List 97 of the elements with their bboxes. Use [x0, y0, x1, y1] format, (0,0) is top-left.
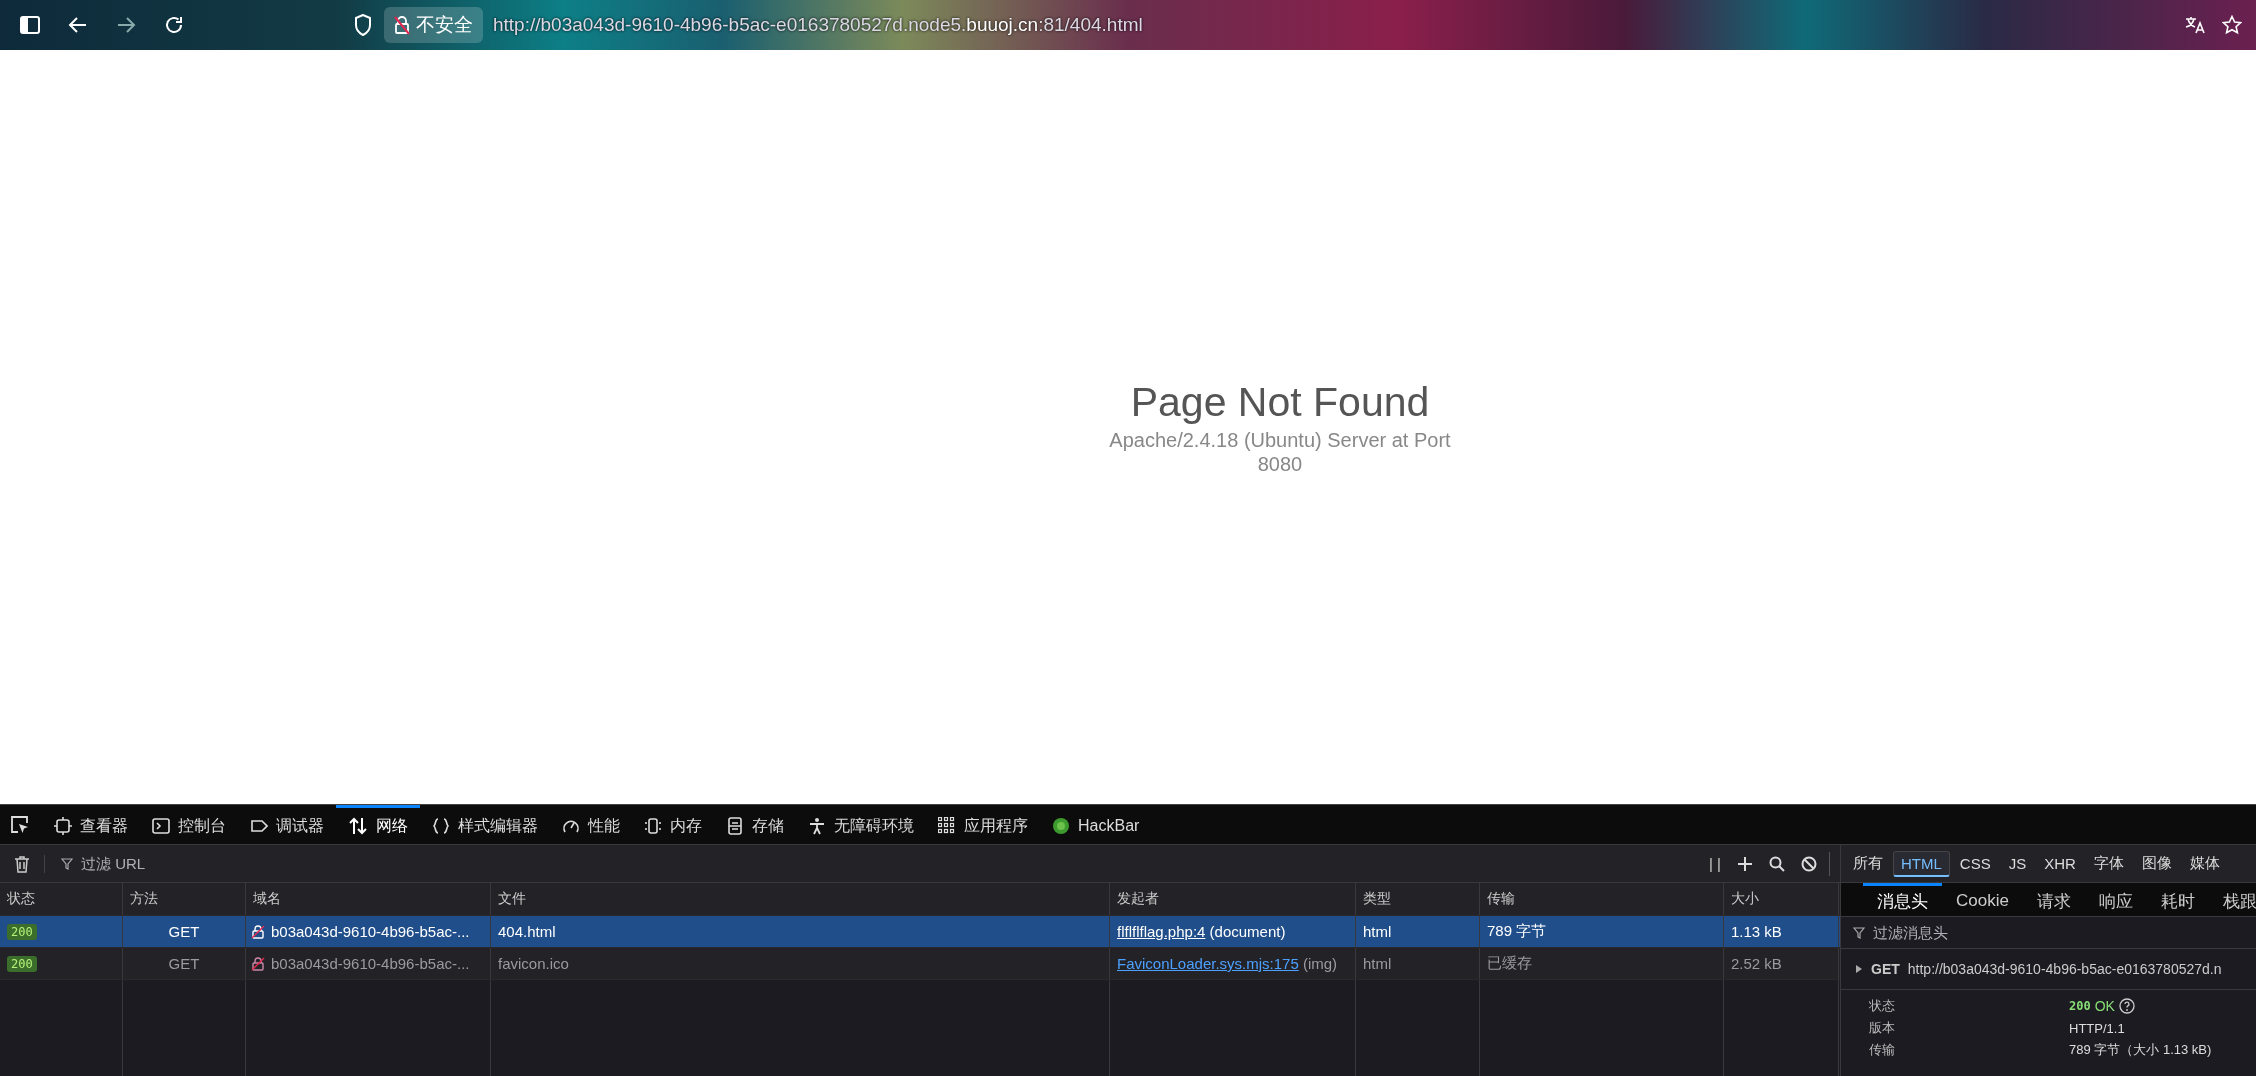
- method-cell: GET: [123, 948, 246, 979]
- network-arrows-icon: [348, 816, 368, 836]
- storage-icon: [726, 817, 744, 835]
- star-icon[interactable]: [2222, 15, 2242, 35]
- url-field[interactable]: http://b03a043d-9610-4b96-b5ac-e0163780527d.node5.buuoj.cn:81/404.html: [493, 14, 1143, 36]
- column-header[interactable]: 文件: [491, 883, 1110, 915]
- back-icon[interactable]: [68, 16, 88, 34]
- field-label: 版本: [1869, 1019, 1896, 1037]
- initiator-link[interactable]: flflflflag.php:4: [1117, 923, 1206, 940]
- type-filter-button[interactable]: 字体: [2085, 850, 2132, 877]
- type-cell: html: [1356, 948, 1480, 979]
- type-cell: html: [1356, 916, 1480, 947]
- request-row[interactable]: 200 GET b03a043d-9610-4b96-b5ac-... 404.html flflflflag.php:4 (document) html 789 字节 1.13 kB: [0, 916, 1840, 948]
- search-icon[interactable]: [1769, 855, 1785, 872]
- status-badge: 200: [7, 955, 37, 972]
- help-icon[interactable]: [2118, 998, 2135, 1014]
- insecure-lock-icon: [394, 15, 410, 35]
- field-value: 789 字节（大小 1.13 kB): [2069, 1041, 2213, 1059]
- security-button[interactable]: 不安全: [384, 7, 483, 43]
- translate-icon[interactable]: [2184, 15, 2206, 35]
- type-filter-button[interactable]: 媒体: [2181, 850, 2228, 877]
- devtools-tab[interactable]: 调试器: [238, 805, 336, 844]
- devtools-tab[interactable]: 性能: [550, 805, 632, 844]
- filter-url-field[interactable]: 过滤 URL: [79, 854, 1694, 873]
- insecure-icon: [251, 924, 265, 939]
- field-value: HTTP/1.1: [2069, 1020, 2126, 1036]
- domain-cell: b03a043d-9610-4b96-b5ac-...: [271, 955, 470, 972]
- status-badge: 200: [7, 923, 37, 940]
- column-header[interactable]: 状态: [0, 883, 123, 915]
- details-tab[interactable]: 消息头: [1863, 883, 1942, 916]
- status-text: OK: [2094, 998, 2115, 1014]
- devtools-tab[interactable]: 控制台: [140, 805, 238, 844]
- domain-cell: b03a043d-9610-4b96-b5ac-...: [271, 923, 470, 940]
- initiator-type: (document): [1209, 923, 1286, 940]
- block-icon[interactable]: [1801, 855, 1817, 872]
- filter-headers-field[interactable]: 过滤消息头: [1871, 923, 2256, 942]
- shield-icon[interactable]: [354, 14, 372, 36]
- column-header[interactable]: 发起者: [1110, 883, 1356, 915]
- devtools-tab[interactable]: 查看器: [42, 805, 140, 844]
- pause-button[interactable]: | |: [1709, 855, 1721, 872]
- column-header[interactable]: 方法: [123, 883, 246, 915]
- transfer-cell: 已缓存: [1480, 948, 1724, 979]
- forward-icon[interactable]: [116, 16, 136, 34]
- debugger-icon: [250, 817, 268, 835]
- add-icon[interactable]: [1737, 855, 1753, 872]
- element-picker-icon[interactable]: [10, 815, 30, 835]
- transfer-cell: 789 字节: [1480, 916, 1724, 947]
- expand-icon[interactable]: [1855, 964, 1863, 974]
- devtools-tab[interactable]: 内存: [632, 805, 714, 844]
- devtools-tab[interactable]: 存储: [714, 805, 796, 844]
- filter-icon: [1853, 926, 1865, 939]
- field-label: 传输: [1869, 1041, 1896, 1059]
- details-tab[interactable]: 响应: [2084, 883, 2147, 916]
- page-title: Page Not Found: [1129, 378, 1431, 427]
- type-filter-button[interactable]: 图像: [2133, 850, 2180, 877]
- details-tab[interactable]: 请求: [2022, 883, 2085, 916]
- insecure-icon: [251, 956, 265, 971]
- initiator-link[interactable]: FaviconLoader.sys.mjs:175: [1117, 955, 1299, 972]
- column-header[interactable]: 域名: [246, 883, 491, 915]
- braces-icon: [432, 817, 450, 835]
- details-tab[interactable]: Cookie: [1942, 883, 2023, 916]
- sidebar-icon[interactable]: [20, 16, 40, 34]
- field-label: 状态: [1869, 997, 1896, 1015]
- server-info-text: Apache/2.4.18 (Ubuntu) Server at Port 8080: [1108, 428, 1452, 476]
- devtools-tab[interactable]: 应用程序: [926, 805, 1040, 844]
- devtools-tab[interactable]: 无障碍环境: [796, 805, 926, 844]
- memory-chip-icon: [644, 817, 662, 835]
- column-header[interactable]: 传输: [1480, 883, 1724, 915]
- filter-icon: [61, 857, 73, 870]
- devtools-tab[interactable]: HackBar: [1040, 805, 1152, 844]
- request-method: GET: [1871, 961, 1900, 977]
- details-tab[interactable]: 耗时: [2146, 883, 2209, 916]
- request-url: http://b03a043d-9610-4b96-b5ac-e0163780527d.n: [1907, 961, 2222, 977]
- console-icon: [152, 817, 170, 835]
- method-cell: GET: [123, 916, 246, 947]
- initiator-type: (img): [1302, 955, 1338, 972]
- file-cell: 404.html: [491, 916, 1110, 947]
- size-cell: 2.52 kB: [1724, 948, 1839, 979]
- type-filter-button[interactable]: CSS: [1951, 851, 1999, 876]
- file-cell: favicon.ico: [491, 948, 1110, 979]
- column-header[interactable]: 类型: [1356, 883, 1480, 915]
- type-filter-button[interactable]: 所有: [1845, 850, 1891, 877]
- type-filter-button[interactable]: HTML: [1893, 850, 1950, 877]
- column-header[interactable]: 大小: [1724, 883, 1839, 915]
- inspector-icon: [54, 817, 72, 835]
- size-cell: 1.13 kB: [1724, 916, 1839, 947]
- request-row[interactable]: 200 GET b03a043d-9610-4b96-b5ac-... favicon.ico FaviconLoader.sys.mjs:175 (img) html 已缓存 2.52 kB: [0, 948, 1840, 980]
- reload-icon[interactable]: [164, 15, 184, 35]
- status-code: 200: [2069, 999, 2091, 1013]
- trash-icon[interactable]: [14, 854, 45, 873]
- devtools-tab[interactable]: 样式编辑器: [420, 805, 550, 844]
- details-tab[interactable]: 栈跟: [2208, 883, 2256, 916]
- grid-icon: [938, 817, 956, 835]
- accessibility-icon: [808, 817, 826, 835]
- hackbar-logo-icon: [1052, 817, 1070, 835]
- type-filter-button[interactable]: JS: [2000, 851, 2035, 876]
- type-filter-button[interactable]: XHR: [2036, 851, 2084, 876]
